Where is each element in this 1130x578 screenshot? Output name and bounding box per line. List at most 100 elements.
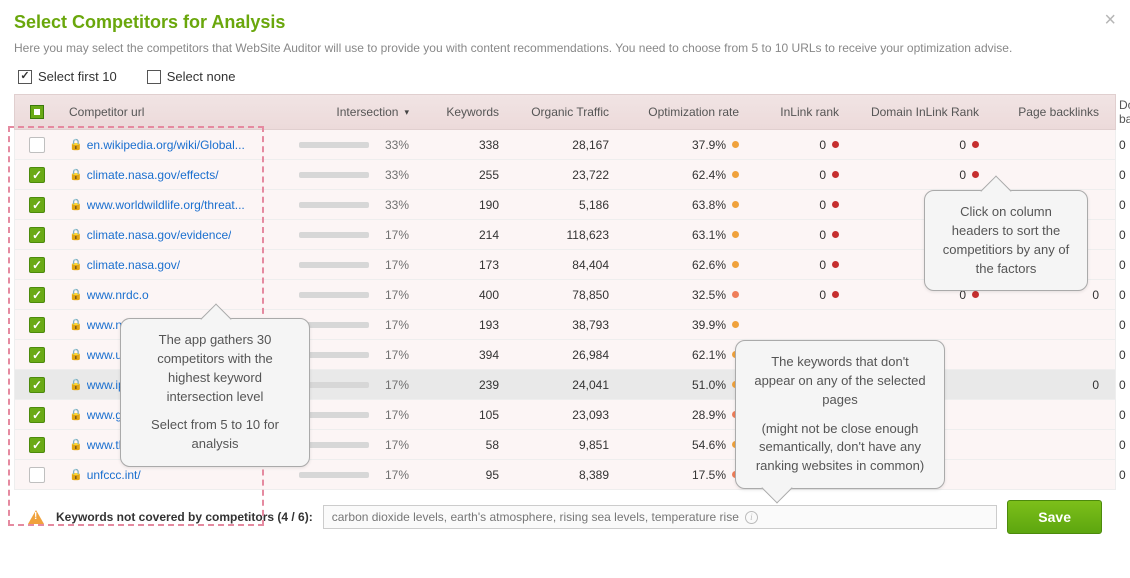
- row-checkbox[interactable]: [29, 467, 45, 483]
- optimization-rate-value: 37.9%: [692, 138, 726, 152]
- header-checkbox-icon: [30, 105, 44, 119]
- intersection-value: 33%: [377, 168, 409, 182]
- header-competitor-url[interactable]: Competitor url: [59, 95, 279, 129]
- rank-dot-icon: [832, 171, 839, 178]
- optimization-dot-icon: [732, 261, 739, 268]
- select-none-label: Select none: [167, 69, 236, 84]
- organic-traffic-value: 118,623: [567, 228, 610, 242]
- competitor-url-link[interactable]: unfccc.int/: [87, 468, 141, 482]
- lock-icon: 🔒: [69, 228, 83, 241]
- intersection-value: 17%: [377, 318, 409, 332]
- keywords-not-covered-text: carbon dioxide levels, earth's atmospher…: [332, 510, 739, 524]
- callout-text: Select from 5 to 10 for analysis: [135, 416, 295, 454]
- inlink-rank-value: 0: [819, 168, 826, 182]
- header-keywords[interactable]: Keywords: [419, 95, 509, 129]
- row-checkbox[interactable]: [29, 347, 45, 363]
- callout-sort-headers: Click on column headers to sort the comp…: [924, 190, 1088, 291]
- keywords-value: 239: [479, 378, 499, 392]
- callout-text: Click on column headers to sort the comp…: [939, 203, 1073, 278]
- row-checkbox[interactable]: [29, 287, 45, 303]
- organic-traffic-value: 38,793: [572, 318, 609, 332]
- row-checkbox[interactable]: [29, 437, 45, 453]
- keywords-value: 105: [479, 408, 499, 422]
- optimization-rate-value: 62.6%: [692, 258, 726, 272]
- inlink-rank-value: 0: [819, 258, 826, 272]
- page-backlinks-value: 0: [1092, 378, 1099, 392]
- optimization-rate-value: 39.9%: [692, 318, 726, 332]
- competitor-url-link[interactable]: climate.nasa.gov/evidence/: [87, 228, 232, 242]
- keywords-value: 193: [479, 318, 499, 332]
- domain-inlink-rank-value: 0: [959, 138, 966, 152]
- callout-text: (might not be close enough semantically,…: [750, 420, 930, 477]
- header-intersection[interactable]: Intersection ▾: [279, 95, 419, 129]
- domain-backlinks-value: 0: [1119, 138, 1126, 152]
- rank-dot-icon: [972, 291, 979, 298]
- header-select-all[interactable]: [15, 95, 59, 129]
- callout-intersection: The app gathers 30 competitors with the …: [120, 318, 310, 467]
- lock-icon: 🔒: [69, 138, 83, 151]
- header-optimization-rate[interactable]: Optimization rate: [619, 95, 749, 129]
- row-checkbox[interactable]: [29, 197, 45, 213]
- intersection-bar: [299, 262, 369, 268]
- keywords-value: 58: [486, 438, 499, 452]
- lock-icon: 🔒: [69, 438, 83, 451]
- intersection-value: 17%: [377, 438, 409, 452]
- lock-icon: 🔒: [69, 168, 83, 181]
- domain-backlinks-value: 0: [1119, 438, 1126, 452]
- header-intersection-label: Intersection: [336, 105, 398, 119]
- keywords-value: 400: [479, 288, 499, 302]
- organic-traffic-value: 5,186: [579, 198, 609, 212]
- lock-icon: 🔒: [69, 318, 83, 331]
- keywords-value: 338: [479, 138, 499, 152]
- intersection-bar: [299, 232, 369, 238]
- info-icon[interactable]: i: [745, 511, 758, 524]
- competitor-url-link[interactable]: www.nrdc.o: [87, 288, 149, 302]
- rank-dot-icon: [972, 141, 979, 148]
- dialog-title: Select Competitors for Analysis: [14, 12, 1116, 33]
- domain-backlinks-value: 0: [1119, 168, 1126, 182]
- domain-backlinks-value: 0: [1119, 198, 1126, 212]
- header-inlink-rank[interactable]: InLink rank: [749, 95, 849, 129]
- optimization-dot-icon: [732, 231, 739, 238]
- organic-traffic-value: 26,984: [572, 348, 609, 362]
- intersection-value: 17%: [377, 378, 409, 392]
- table-row[interactable]: 🔒climate.nasa.gov/effects/33%25523,72262…: [15, 160, 1115, 190]
- competitor-url-link[interactable]: en.wikipedia.org/wiki/Global...: [87, 138, 245, 152]
- select-first-10[interactable]: Select first 10: [18, 69, 117, 84]
- select-none[interactable]: Select none: [147, 69, 236, 84]
- row-checkbox[interactable]: [29, 317, 45, 333]
- header-domain-backlinks[interactable]: Domain backlinks: [1109, 95, 1130, 129]
- optimization-rate-value: 17.5%: [692, 468, 726, 482]
- close-icon[interactable]: ×: [1104, 10, 1116, 30]
- competitor-url-link[interactable]: www.worldwildlife.org/threat...: [87, 198, 245, 212]
- optimization-rate-value: 63.8%: [692, 198, 726, 212]
- optimization-rate-value: 51.0%: [692, 378, 726, 392]
- checkbox-icon: [147, 70, 161, 84]
- intersection-value: 17%: [377, 468, 409, 482]
- checkbox-icon: [18, 70, 32, 84]
- header-organic-traffic[interactable]: Organic Traffic: [509, 95, 619, 129]
- row-checkbox[interactable]: [29, 137, 45, 153]
- competitor-url-link[interactable]: climate.nasa.gov/effects/: [87, 168, 219, 182]
- domain-backlinks-value: 0: [1119, 318, 1126, 332]
- row-checkbox[interactable]: [29, 167, 45, 183]
- header-page-backlinks[interactable]: Page backlinks: [989, 95, 1109, 129]
- save-button[interactable]: Save: [1007, 500, 1102, 534]
- rank-dot-icon: [832, 141, 839, 148]
- inlink-rank-value: 0: [819, 198, 826, 212]
- domain-backlinks-value: 0: [1119, 468, 1126, 482]
- header-domain-inlink-rank[interactable]: Domain InLink Rank: [849, 95, 989, 129]
- table-row[interactable]: 🔒en.wikipedia.org/wiki/Global...33%33828…: [15, 130, 1115, 160]
- page-backlinks-value: 0: [1092, 288, 1099, 302]
- row-checkbox[interactable]: [29, 377, 45, 393]
- inlink-rank-value: 0: [819, 138, 826, 152]
- optimization-rate-value: 54.6%: [692, 438, 726, 452]
- row-checkbox[interactable]: [29, 227, 45, 243]
- intersection-bar: [299, 472, 369, 478]
- optimization-dot-icon: [732, 201, 739, 208]
- organic-traffic-value: 84,404: [572, 258, 609, 272]
- row-checkbox[interactable]: [29, 257, 45, 273]
- competitor-url-link[interactable]: climate.nasa.gov/: [87, 258, 180, 272]
- intersection-bar: [299, 292, 369, 298]
- row-checkbox[interactable]: [29, 407, 45, 423]
